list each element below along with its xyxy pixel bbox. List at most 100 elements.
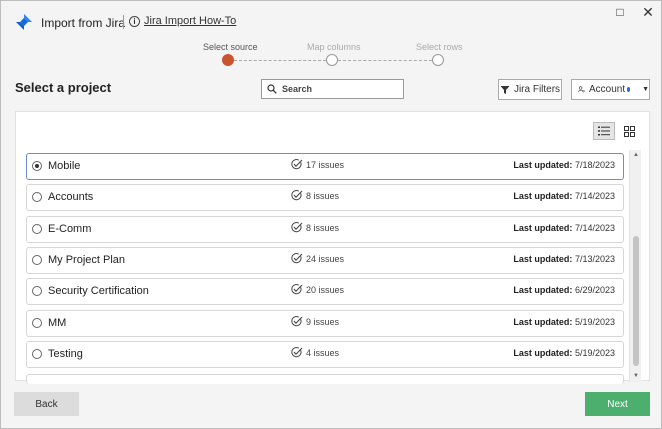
step-dot-select-source: [222, 54, 234, 66]
search-input[interactable]: [282, 84, 392, 94]
project-radio[interactable]: [32, 286, 42, 296]
list-item[interactable]: Security Certification 20 issues Last upda…: [26, 278, 624, 305]
issue-count: 8 issues: [291, 222, 339, 233]
chevron-down-icon: ▼: [642, 86, 649, 93]
last-updated: Last updated: 7/18/2023: [513, 160, 615, 170]
account-status-dot: [627, 87, 631, 92]
info-icon: i: [129, 15, 140, 27]
project-name: MM: [48, 317, 67, 329]
project-list-panel: Mobile 17 issues Last updated: 7/18/2023 Ac…: [15, 111, 650, 384]
close-button[interactable]: ✕: [637, 3, 659, 21]
issue-count-label: 9 issues: [306, 316, 340, 327]
list-view-toggle[interactable]: [593, 122, 615, 140]
project-list-scrollbar[interactable]: ▲ ▼: [629, 150, 641, 382]
check-circle-icon: [291, 347, 303, 358]
project-name: Mobile: [48, 160, 81, 172]
project-radio[interactable]: [32, 161, 42, 171]
issue-count: 17 issues: [291, 159, 344, 170]
step-dot-map-columns: [326, 54, 338, 66]
search-box[interactable]: [261, 79, 404, 99]
jira-logo-icon: [16, 14, 32, 30]
issue-count: 8 issues: [291, 190, 339, 201]
list-item[interactable]: Mobile 17 issues Last updated: 7/18/2023: [26, 153, 624, 180]
last-updated-label: Last updated:: [513, 191, 573, 201]
last-updated: Last updated: 7/14/2023: [513, 191, 615, 201]
issue-count-label: 24 issues: [306, 253, 345, 264]
project-radio[interactable]: [32, 255, 42, 265]
last-updated-date: 6/29/2023: [574, 285, 615, 295]
back-button[interactable]: Back: [14, 392, 79, 416]
project-radio[interactable]: [32, 224, 42, 234]
jira-filters-button[interactable]: Jira Filters: [498, 79, 562, 100]
last-updated: Last updated: 7/13/2023: [513, 254, 615, 264]
grid-view-icon: [623, 125, 635, 137]
scroll-down-arrow-icon[interactable]: ▼: [632, 372, 640, 380]
issue-count: 20 issues: [291, 284, 344, 295]
step-connector: [338, 60, 432, 61]
last-updated-label: Last updated:: [513, 285, 573, 295]
check-circle-icon: [291, 190, 303, 201]
last-updated-date: 7/14/2023: [574, 191, 615, 201]
project-radio[interactable]: [32, 192, 42, 202]
list-view-icon: [598, 126, 610, 136]
list-item[interactable]: My Project Plan 24 issues Last updated: 7/…: [26, 247, 624, 274]
step-label-select-source: Select source: [203, 42, 258, 52]
scroll-up-arrow-icon[interactable]: ▲: [632, 151, 640, 159]
issue-count-label: 4 issues: [306, 347, 340, 358]
import-dialog: Import from Jira i Jira Import How-To □ …: [0, 0, 662, 429]
last-updated-label: Last updated:: [513, 223, 573, 233]
last-updated: Last updated: 5/19/2023: [513, 317, 615, 327]
last-updated-date: 7/18/2023: [574, 160, 615, 170]
grid-view-toggle[interactable]: [618, 122, 640, 140]
last-updated-label: Last updated:: [513, 160, 573, 170]
project-name: Testing: [48, 348, 83, 360]
project-name: E-Comm: [48, 223, 92, 235]
issue-count-label: 20 issues: [306, 284, 345, 295]
help-link[interactable]: i Jira Import How-To: [129, 15, 236, 27]
issue-count: 9 issues: [291, 316, 339, 327]
account-label: Account: [589, 84, 626, 95]
last-updated: Last updated: 7/14/2023: [513, 223, 615, 233]
last-updated-label: Last updated:: [513, 348, 573, 358]
last-updated-label: Last updated:: [513, 317, 573, 327]
project-name: My Project Plan: [48, 254, 126, 266]
list-item-partial: [26, 374, 624, 384]
help-link-text[interactable]: Jira Import How-To: [144, 15, 236, 27]
step-label-map-columns: Map columns: [307, 42, 361, 52]
last-updated-label: Last updated:: [513, 254, 573, 264]
maximize-button[interactable]: □: [609, 3, 631, 21]
wizard-stepper: Select source Map columns Select rows: [191, 41, 481, 71]
jira-filters-label: Jira Filters: [513, 84, 561, 95]
list-item[interactable]: E-Comm 8 issues Last updated: 7/14/2023: [26, 216, 624, 243]
user-gear-icon: [578, 86, 585, 93]
project-radio[interactable]: [32, 349, 42, 359]
list-item[interactable]: MM 9 issues Last updated: 5/19/2023: [26, 310, 624, 337]
issue-count: 4 issues: [291, 347, 339, 358]
filter-icon: [500, 85, 510, 94]
project-radio[interactable]: [32, 318, 42, 328]
account-dropdown[interactable]: Account ▼: [571, 79, 650, 100]
list-item[interactable]: Accounts 8 issues Last updated: 7/14/2023: [26, 184, 624, 211]
project-name: Security Certification: [48, 285, 149, 297]
last-updated-date: 5/19/2023: [574, 348, 615, 358]
issue-count: 24 issues: [291, 253, 344, 264]
title-bar: Import from Jira i Jira Import How-To □ …: [1, 1, 661, 41]
window-title: Import from Jira: [41, 16, 126, 30]
list-item[interactable]: Testing 4 issues Last updated: 5/19/2023: [26, 341, 624, 368]
title-divider: [123, 15, 124, 29]
step-label-select-rows: Select rows: [416, 42, 463, 52]
scrollbar-thumb[interactable]: [633, 236, 639, 366]
search-icon: [267, 84, 277, 94]
issue-count-label: 8 issues: [306, 190, 340, 201]
project-name: Accounts: [48, 191, 94, 203]
last-updated-date: 7/13/2023: [574, 254, 615, 264]
last-updated-date: 5/19/2023: [574, 317, 615, 327]
check-circle-icon: [291, 316, 303, 327]
check-circle-icon: [291, 253, 303, 264]
issue-count-label: 17 issues: [306, 159, 345, 170]
page-title: Select a project: [15, 80, 112, 95]
next-button[interactable]: Next: [585, 392, 650, 416]
check-circle-icon: [291, 159, 303, 170]
last-updated-date: 7/14/2023: [574, 223, 615, 233]
step-dot-select-rows: [432, 54, 444, 66]
